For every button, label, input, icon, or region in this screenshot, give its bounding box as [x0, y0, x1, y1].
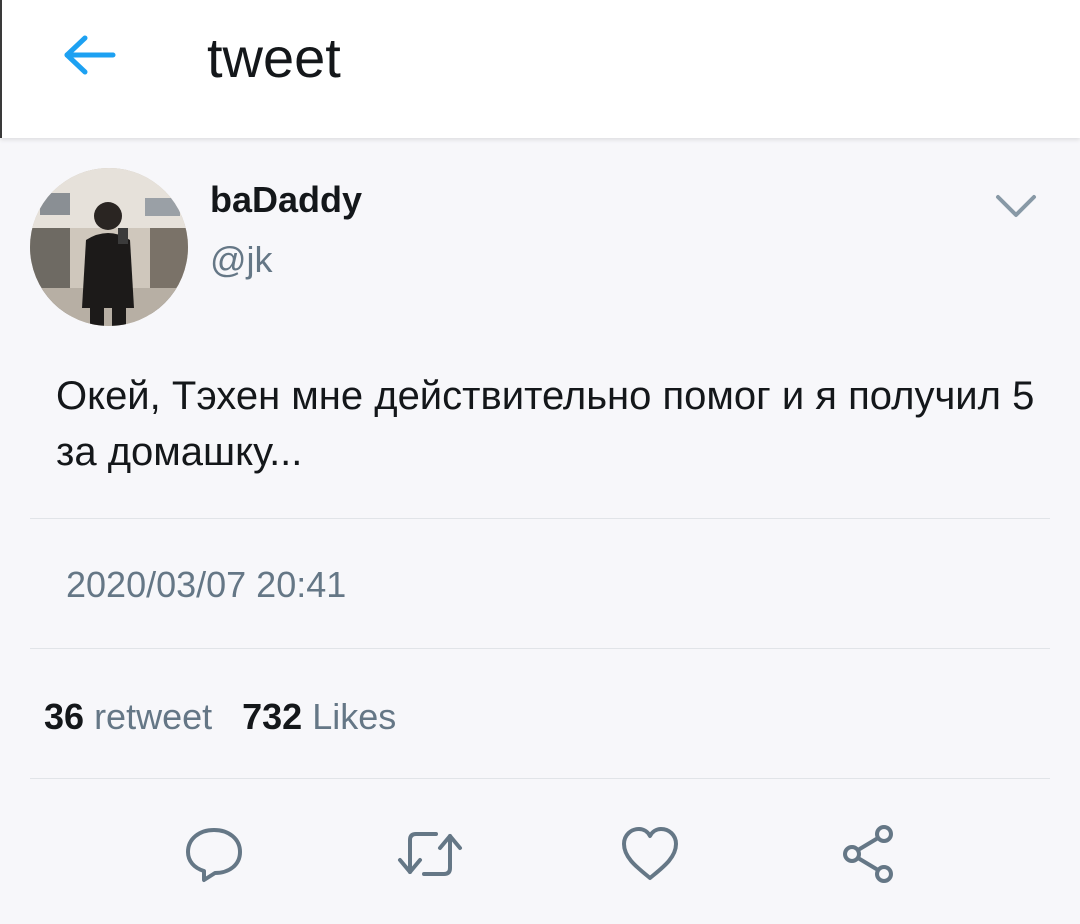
divider — [30, 778, 1050, 779]
retweet-count-link[interactable]: 36 retweet — [44, 696, 212, 737]
display-name[interactable]: baDaddy — [210, 180, 362, 220]
retweet-icon — [398, 832, 462, 876]
user-handle[interactable]: @jk — [210, 240, 273, 280]
divider — [30, 648, 1050, 649]
avatar[interactable] — [30, 168, 188, 326]
likes-label: Likes — [312, 696, 397, 737]
like-icon — [622, 827, 678, 880]
share-button[interactable] — [832, 818, 904, 890]
top-app-bar: tweet — [0, 0, 1080, 138]
reply-button[interactable] — [178, 818, 250, 890]
reply-icon — [186, 828, 242, 882]
likes-count-link[interactable]: 732 Likes — [242, 696, 396, 737]
likes-count: 732 — [242, 696, 303, 737]
retweet-button[interactable] — [394, 818, 466, 890]
divider — [30, 518, 1050, 519]
arrow-left-icon — [64, 35, 116, 75]
page-title: tweet — [207, 26, 341, 89]
share-icon — [843, 825, 893, 883]
tweet-text: Окей, Тэхен мне действительно помог и я … — [56, 374, 1035, 474]
tweet-timestamp: 2020/03/07 20:41 — [66, 564, 347, 605]
like-button[interactable] — [614, 818, 686, 890]
retweet-label: retweet — [94, 696, 213, 737]
back-button[interactable] — [57, 26, 121, 84]
more-options-button[interactable] — [990, 186, 1042, 226]
tweet-stats: 36 retweet 732 Likes — [44, 697, 396, 737]
profile-photo-icon — [30, 168, 188, 326]
retweet-count: 36 — [44, 696, 85, 737]
chevron-down-icon — [996, 195, 1036, 217]
